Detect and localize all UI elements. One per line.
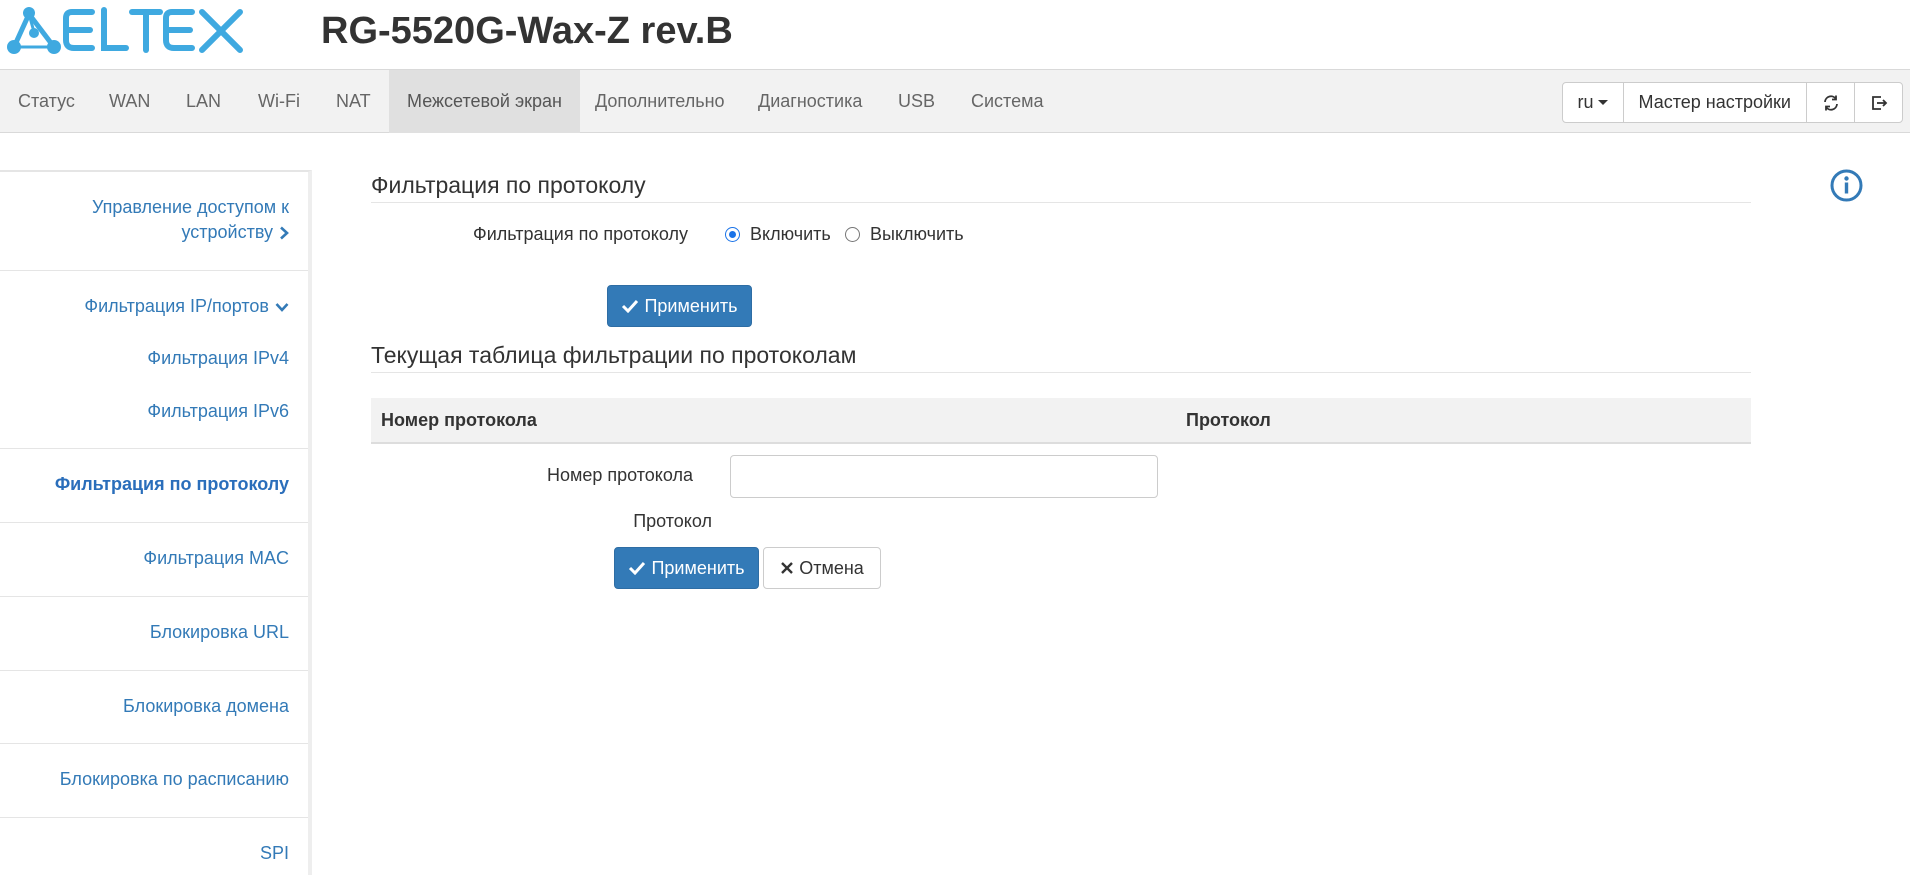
sidebar-item-protocol-filter[interactable]: Фильтрация по протоколу (0, 472, 308, 497)
radio-enable-button[interactable] (725, 227, 740, 242)
radio-disable[interactable]: Выключить (845, 224, 964, 245)
column-protocol: Протокол (1186, 410, 1271, 430)
section-title-protocol-filter: Фильтрация по протоколу (371, 172, 646, 198)
sidebar-item-ip-port-filter[interactable]: Фильтрация IP/портов (0, 294, 308, 319)
apply-button-label: Применить (644, 295, 738, 316)
sidebar-divider (0, 448, 308, 449)
sidebar-item-domain-block[interactable]: Блокировка домена (0, 694, 308, 719)
nav-status[interactable]: Статус (0, 70, 93, 133)
cancel-button[interactable]: Отмена (763, 547, 881, 589)
nav-system[interactable]: Система (953, 70, 1062, 133)
nav-nat[interactable]: NAT (318, 70, 389, 133)
header: RG-5520G-Wax-Z rev.B (0, 0, 1910, 69)
sidebar-item-mac-filter[interactable]: Фильтрация MAC (0, 546, 308, 571)
radio-disable-label: Выключить (870, 224, 964, 244)
chevron-right-icon (280, 226, 289, 240)
column-protocol-number: Номер протокола (381, 410, 537, 430)
protocol-number-label: Номер протокола (546, 465, 693, 485)
sidebar-divider (0, 817, 308, 818)
protocol-label: Протокол (633, 511, 712, 531)
refresh-button[interactable] (1806, 83, 1854, 122)
sidebar-divider (0, 270, 308, 271)
radio-enable-label: Включить (750, 224, 831, 244)
nav-right-toolbar: ru Мастер настройки (1561, 82, 1903, 123)
main-navbar: Статус WAN LAN Wi-Fi NAT Межсетевой экра… (0, 69, 1910, 133)
sidebar-item-spi[interactable]: SPI (0, 841, 308, 866)
sidebar-item-label-line2: устройству (0, 220, 289, 245)
sidebar-divider (0, 743, 308, 744)
close-icon (780, 561, 794, 575)
language-dropdown[interactable]: ru (1563, 83, 1623, 122)
protocol-number-input[interactable] (730, 455, 1158, 498)
sidebar-item-device-access[interactable]: Управление доступом к устройству (0, 195, 308, 245)
language-label: ru (1577, 92, 1594, 112)
sidebar-item-label: Управление доступом к (91, 197, 289, 217)
section-title-filter-table: Текущая таблица фильтрации по протоколам (371, 342, 857, 368)
caret-down-icon (1597, 100, 1608, 105)
refresh-icon (1823, 94, 1838, 111)
sidebar-divider (0, 522, 308, 523)
nav-usb[interactable]: USB (880, 70, 953, 133)
apply-button[interactable]: Применить (607, 285, 752, 327)
sidebar-item-ipv6-filter[interactable]: Фильтрация IPv6 (0, 399, 308, 424)
sidebar-item-label: устройству (181, 222, 273, 242)
filter-protocol-label: Фильтрация по протоколу (473, 224, 688, 244)
nav-lan[interactable]: LAN (168, 70, 239, 133)
device-title: RG-5520G-Wax-Z rev.B (321, 10, 733, 52)
check-icon (621, 299, 639, 313)
nav-wifi[interactable]: Wi-Fi (240, 70, 318, 133)
setup-wizard-button[interactable]: Мастер настройки (1622, 83, 1806, 122)
check-icon (628, 561, 646, 575)
info-icon[interactable] (1830, 169, 1863, 202)
section-divider (371, 202, 1751, 203)
sidebar-item-url-block[interactable]: Блокировка URL (0, 620, 308, 645)
sidebar-item-label: Фильтрация IP/портов (84, 296, 269, 316)
section-divider (371, 372, 1751, 373)
chevron-down-icon (275, 303, 289, 313)
form-apply-button[interactable]: Применить (614, 547, 759, 589)
radio-enable[interactable]: Включить (725, 224, 831, 245)
sidebar-divider (0, 596, 308, 597)
logout-button[interactable] (1854, 83, 1902, 122)
eltex-logo[interactable] (4, 4, 244, 58)
sidebar: Управление доступом к устройству Фильтра… (0, 170, 312, 875)
nav-advanced[interactable]: Дополнительно (577, 70, 743, 133)
sidebar-item-ipv4-filter[interactable]: Фильтрация IPv4 (0, 346, 308, 371)
filter-table-header: Номер протокола Протокол (371, 398, 1751, 444)
nav-firewall[interactable]: Межсетевой экран (389, 70, 580, 133)
form-apply-button-label: Применить (651, 557, 745, 578)
nav-wan[interactable]: WAN (91, 70, 168, 133)
cancel-button-label: Отмена (799, 557, 864, 578)
radio-disable-button[interactable] (845, 227, 860, 242)
sidebar-item-schedule-block[interactable]: Блокировка по расписанию (0, 767, 308, 792)
logout-icon (1871, 95, 1887, 110)
nav-diagnostics[interactable]: Диагностика (740, 70, 880, 133)
sidebar-divider (0, 670, 308, 671)
